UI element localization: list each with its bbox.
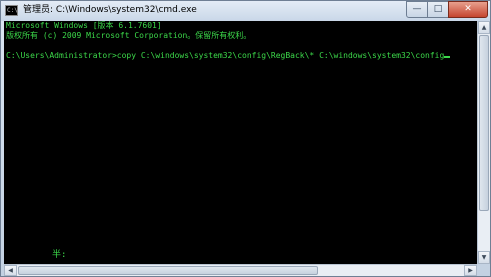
maximize-button[interactable]: □	[427, 1, 449, 18]
scroll-left-icon[interactable]: ◀	[4, 265, 17, 276]
version-line: Microsoft Windows [版本 6.1.7601]	[6, 21, 162, 30]
cmd-icon[interactable]: C:\	[5, 5, 18, 16]
horizontal-scroll-thumb[interactable]	[18, 266, 318, 275]
scroll-right-icon[interactable]: ▶	[464, 265, 477, 276]
ime-status: 半:	[52, 250, 67, 260]
command-text: C:\Users\Administrator>copy C:\windows\s…	[6, 51, 445, 60]
vertical-scrollbar[interactable]: ▲ ▼	[477, 21, 490, 264]
command-line[interactable]: C:\Users\Administrator>copy C:\windows\s…	[6, 51, 451, 61]
console-output[interactable]: Microsoft Windows [版本 6.1.7601] 版权所有 (c)…	[4, 21, 477, 264]
title-bar[interactable]: C:\ 管理员: C:\Windows\system32\cmd.exe — □…	[1, 1, 490, 21]
scroll-up-icon[interactable]: ▲	[478, 21, 490, 34]
scroll-thumb[interactable]	[479, 35, 489, 211]
window-title: 管理员: C:\Windows\system32\cmd.exe	[23, 5, 197, 15]
minimize-button[interactable]: —	[406, 1, 428, 18]
close-button[interactable]: ✕	[448, 1, 488, 18]
scroll-down-icon[interactable]: ▼	[478, 251, 490, 264]
copyright-line: 版权所有 (c) 2009 Microsoft Corporation。保留所有…	[6, 31, 252, 40]
cmd-window: C:\ 管理员: C:\Windows\system32\cmd.exe — □…	[0, 0, 491, 277]
horizontal-scrollbar[interactable]: ◀ ▶	[4, 264, 477, 276]
text-cursor	[444, 56, 451, 58]
